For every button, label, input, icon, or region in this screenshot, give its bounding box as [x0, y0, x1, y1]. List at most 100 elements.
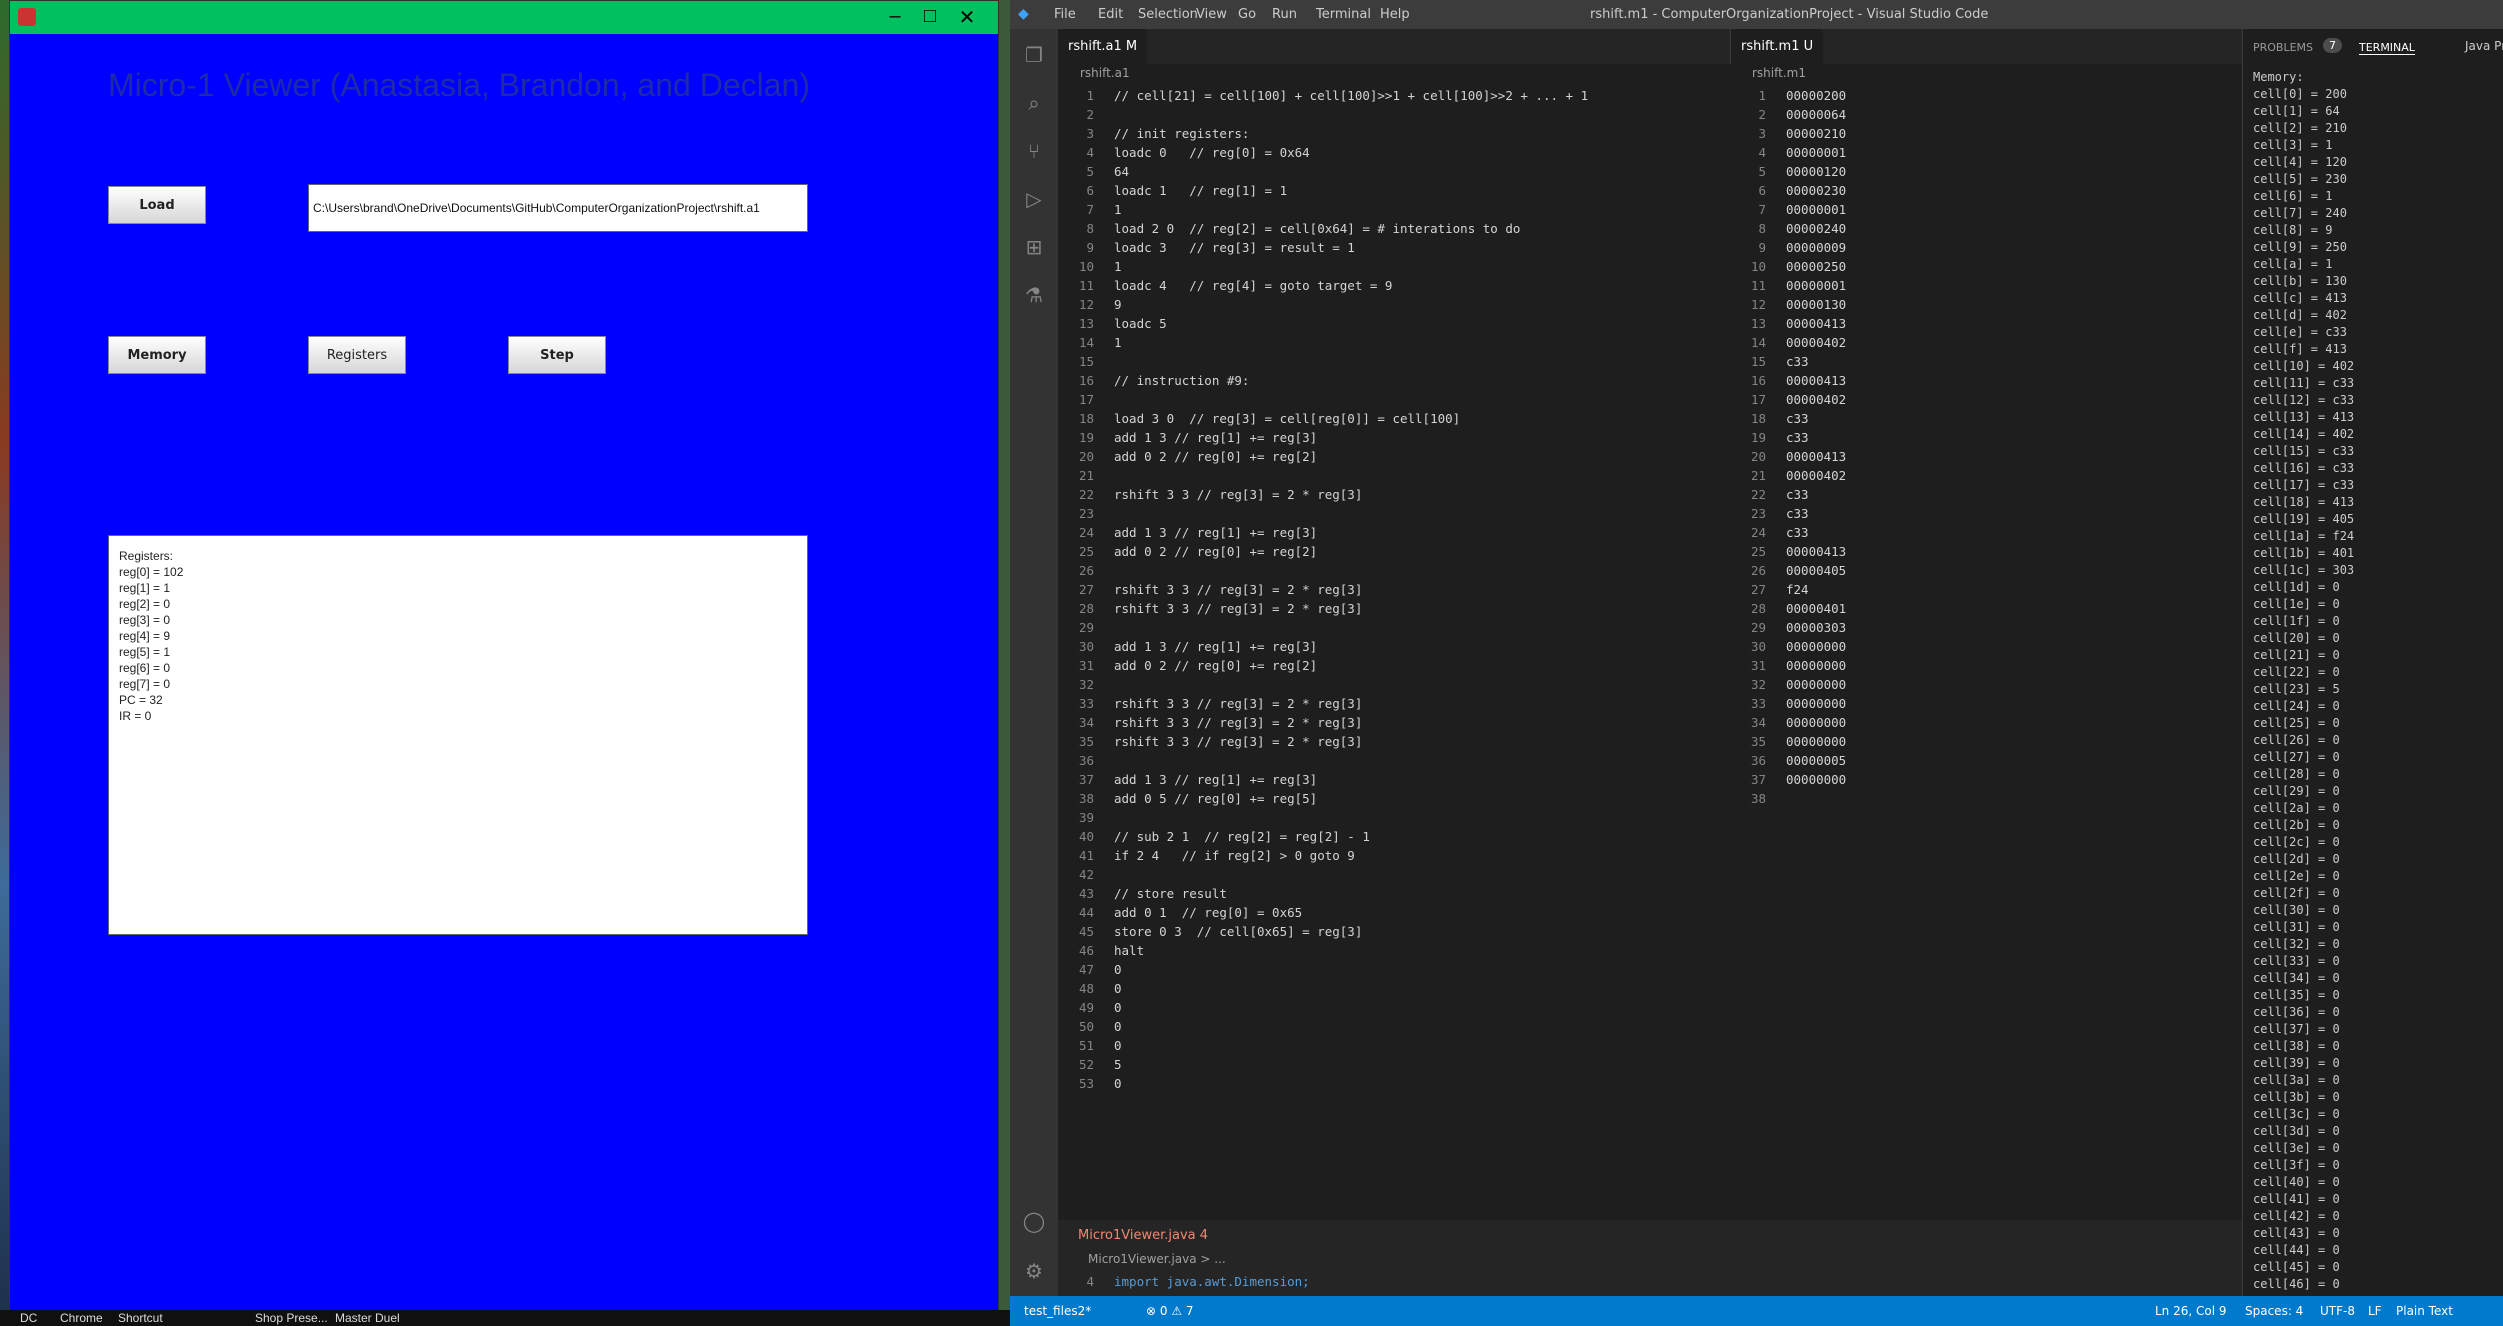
code-line[interactable]: 4 loadc 0 // reg[0] = 0x64 — [1058, 143, 1588, 162]
code-line[interactable]: 11 00000001 — [1730, 276, 1846, 295]
code-line[interactable]: 9 loadc 3 // reg[3] = result = 1 — [1058, 238, 1588, 257]
code-line[interactable]: 33 00000000 — [1730, 694, 1846, 713]
menu-item-selection[interactable]: Selection — [1138, 7, 1198, 22]
file-path-field[interactable]: C:\Users\brand\OneDrive\Documents\GitHub… — [308, 184, 808, 232]
menu-item-terminal[interactable]: Terminal — [1316, 7, 1371, 22]
code-line[interactable]: 33 rshift 3 3 // reg[3] = 2 * reg[3] — [1058, 694, 1588, 713]
taskbar-item[interactable]: Chrome — [60, 1311, 103, 1325]
code-line[interactable]: 13 loadc 5 — [1058, 314, 1588, 333]
code-line[interactable]: 49 0 — [1058, 998, 1588, 1017]
code-line[interactable]: 35 rshift 3 3 // reg[3] = 2 * reg[3] — [1058, 732, 1588, 751]
code-line[interactable]: 40 // sub 2 1 // reg[2] = reg[2] - 1 — [1058, 827, 1588, 846]
code-line[interactable]: 16 // instruction #9: — [1058, 371, 1588, 390]
left-breadcrumb[interactable]: rshift.a1 — [1080, 66, 1130, 80]
code-line[interactable]: 47 0 — [1058, 960, 1588, 979]
code-line[interactable]: 4 00000001 — [1730, 143, 1846, 162]
code-line[interactable]: 41 if 2 4 // if reg[2] > 0 goto 9 — [1058, 846, 1588, 865]
minimize-icon[interactable]: – — [880, 5, 910, 28]
code-line[interactable]: 45 store 0 3 // cell[0x65] = reg[3] — [1058, 922, 1588, 941]
code-line[interactable]: 52 5 — [1058, 1055, 1588, 1074]
extensions-icon[interactable]: ⊞ — [1022, 235, 1046, 259]
code-line[interactable]: 31 add 0 2 // reg[0] += reg[2] — [1058, 656, 1588, 675]
code-line[interactable]: 17 00000402 — [1730, 390, 1846, 409]
menu-item-file[interactable]: File — [1054, 7, 1076, 22]
code-line[interactable]: 39 — [1058, 808, 1588, 827]
memory-button[interactable]: Memory — [108, 336, 206, 374]
branch-status[interactable]: test_files2* — [1024, 1304, 1091, 1318]
tab-micro1viewer[interactable]: Micro1Viewer.java 4 — [1078, 1228, 1208, 1243]
code-line[interactable]: 19 add 1 3 // reg[1] += reg[3] — [1058, 428, 1588, 447]
code-line[interactable]: 20 add 0 2 // reg[0] += reg[2] — [1058, 447, 1588, 466]
tab-rshift-a1[interactable]: rshift.a1 M — [1058, 29, 1148, 64]
code-line[interactable]: 27 f24 — [1730, 580, 1846, 599]
indent-status[interactable]: Spaces: 4 — [2245, 1304, 2303, 1318]
code-line[interactable]: 32 — [1058, 675, 1588, 694]
code-line[interactable]: 5 00000120 — [1730, 162, 1846, 181]
accounts-icon[interactable]: ◯ — [1022, 1209, 1046, 1233]
code-line[interactable]: 25 00000413 — [1730, 542, 1846, 561]
code-line[interactable]: 26 00000405 — [1730, 561, 1846, 580]
code-line[interactable]: 14 00000402 — [1730, 333, 1846, 352]
menu-item-help[interactable]: Help — [1380, 7, 1410, 22]
code-line[interactable]: 23 — [1058, 504, 1588, 523]
testing-icon[interactable]: ⚗ — [1022, 283, 1046, 307]
code-line[interactable]: 42 — [1058, 865, 1588, 884]
code-line[interactable]: 50 0 — [1058, 1017, 1588, 1036]
taskbar-item[interactable]: Shortcut — [118, 1311, 163, 1325]
code-line[interactable]: 24 add 1 3 // reg[1] += reg[3] — [1058, 523, 1588, 542]
explorer-icon[interactable]: ❐ — [1022, 43, 1046, 67]
code-line[interactable]: 21 00000402 — [1730, 466, 1846, 485]
code-line[interactable]: 8 load 2 0 // reg[2] = cell[0x64] = # int… — [1058, 219, 1588, 238]
tab-rshift-m1[interactable]: rshift.m1 U — [1731, 29, 1824, 64]
code-line[interactable]: 46 halt — [1058, 941, 1588, 960]
code-line[interactable]: 34 00000000 — [1730, 713, 1846, 732]
code-line[interactable]: 37 add 1 3 // reg[1] += reg[3] — [1058, 770, 1588, 789]
code-line[interactable]: 22 rshift 3 3 // reg[3] = 2 * reg[3] — [1058, 485, 1588, 504]
code-line[interactable]: 20 00000413 — [1730, 447, 1846, 466]
java-window-titlebar[interactable]: – □ ✕ — [10, 1, 998, 34]
code-line[interactable]: 15 — [1058, 352, 1588, 371]
code-line[interactable]: 12 00000130 — [1730, 295, 1846, 314]
code-line[interactable]: 36 00000005 — [1730, 751, 1846, 770]
right-code-editor[interactable]: 1 00000200 2 00000064 3 00000210 4 00000001 5 000… — [1730, 86, 1846, 808]
cursor-position-status[interactable]: Ln 26, Col 9 — [2155, 1304, 2227, 1318]
code-line[interactable]: 32 00000000 — [1730, 675, 1846, 694]
code-line[interactable]: 34 rshift 3 3 // reg[3] = 2 * reg[3] — [1058, 713, 1588, 732]
code-line[interactable]: 3 // init registers: — [1058, 124, 1588, 143]
taskbar-item[interactable]: Shop Prese... — [255, 1311, 328, 1325]
java-process-console-tab[interactable]: Java Process Console — [2465, 39, 2503, 53]
code-line[interactable]: 19 c33 — [1730, 428, 1846, 447]
left-code-editor[interactable]: 1 // cell[21] = cell[100] + cell[100]>>1 … — [1058, 86, 1588, 1093]
code-line[interactable]: 26 — [1058, 561, 1588, 580]
code-line[interactable]: 11 loadc 4 // reg[4] = goto target = 9 — [1058, 276, 1588, 295]
code-line[interactable]: 38 add 0 5 // reg[0] += reg[5] — [1058, 789, 1588, 808]
code-line[interactable]: 13 00000413 — [1730, 314, 1846, 333]
code-line[interactable]: 17 — [1058, 390, 1588, 409]
code-line[interactable]: 28 rshift 3 3 // reg[3] = 2 * reg[3] — [1058, 599, 1588, 618]
step-button[interactable]: Step — [508, 336, 606, 374]
code-line[interactable]: 6 loadc 1 // reg[1] = 1 — [1058, 181, 1588, 200]
taskbar-item[interactable]: Master Duel — [335, 1311, 400, 1325]
code-line[interactable]: 31 00000000 — [1730, 656, 1846, 675]
registers-button[interactable]: Registers — [308, 336, 406, 374]
settings-gear-icon[interactable]: ⚙ — [1022, 1259, 1046, 1283]
code-line[interactable]: 5 64 — [1058, 162, 1588, 181]
code-line[interactable]: 25 add 0 2 // reg[0] += reg[2] — [1058, 542, 1588, 561]
code-line[interactable]: 36 — [1058, 751, 1588, 770]
code-line[interactable]: 35 00000000 — [1730, 732, 1846, 751]
code-line[interactable]: 2 — [1058, 105, 1588, 124]
eol-status[interactable]: LF — [2368, 1304, 2382, 1318]
source-control-icon[interactable]: ⑂ — [1022, 139, 1046, 163]
code-line[interactable]: 10 00000250 — [1730, 257, 1846, 276]
taskbar-item[interactable]: DC — [20, 1311, 37, 1325]
code-line[interactable]: 15 c33 — [1730, 352, 1846, 371]
code-line[interactable]: 6 00000230 — [1730, 181, 1846, 200]
run-debug-icon[interactable]: ▷ — [1022, 187, 1046, 211]
code-line[interactable]: 1 // cell[21] = cell[100] + cell[100]>>1 … — [1058, 86, 1588, 105]
code-line[interactable]: 10 1 — [1058, 257, 1588, 276]
code-line[interactable]: 30 add 1 3 // reg[1] += reg[3] — [1058, 637, 1588, 656]
code-line[interactable]: 29 — [1058, 618, 1588, 637]
menu-item-edit[interactable]: Edit — [1098, 7, 1123, 22]
code-line[interactable]: 53 0 — [1058, 1074, 1588, 1093]
code-line[interactable]: 37 00000000 — [1730, 770, 1846, 789]
